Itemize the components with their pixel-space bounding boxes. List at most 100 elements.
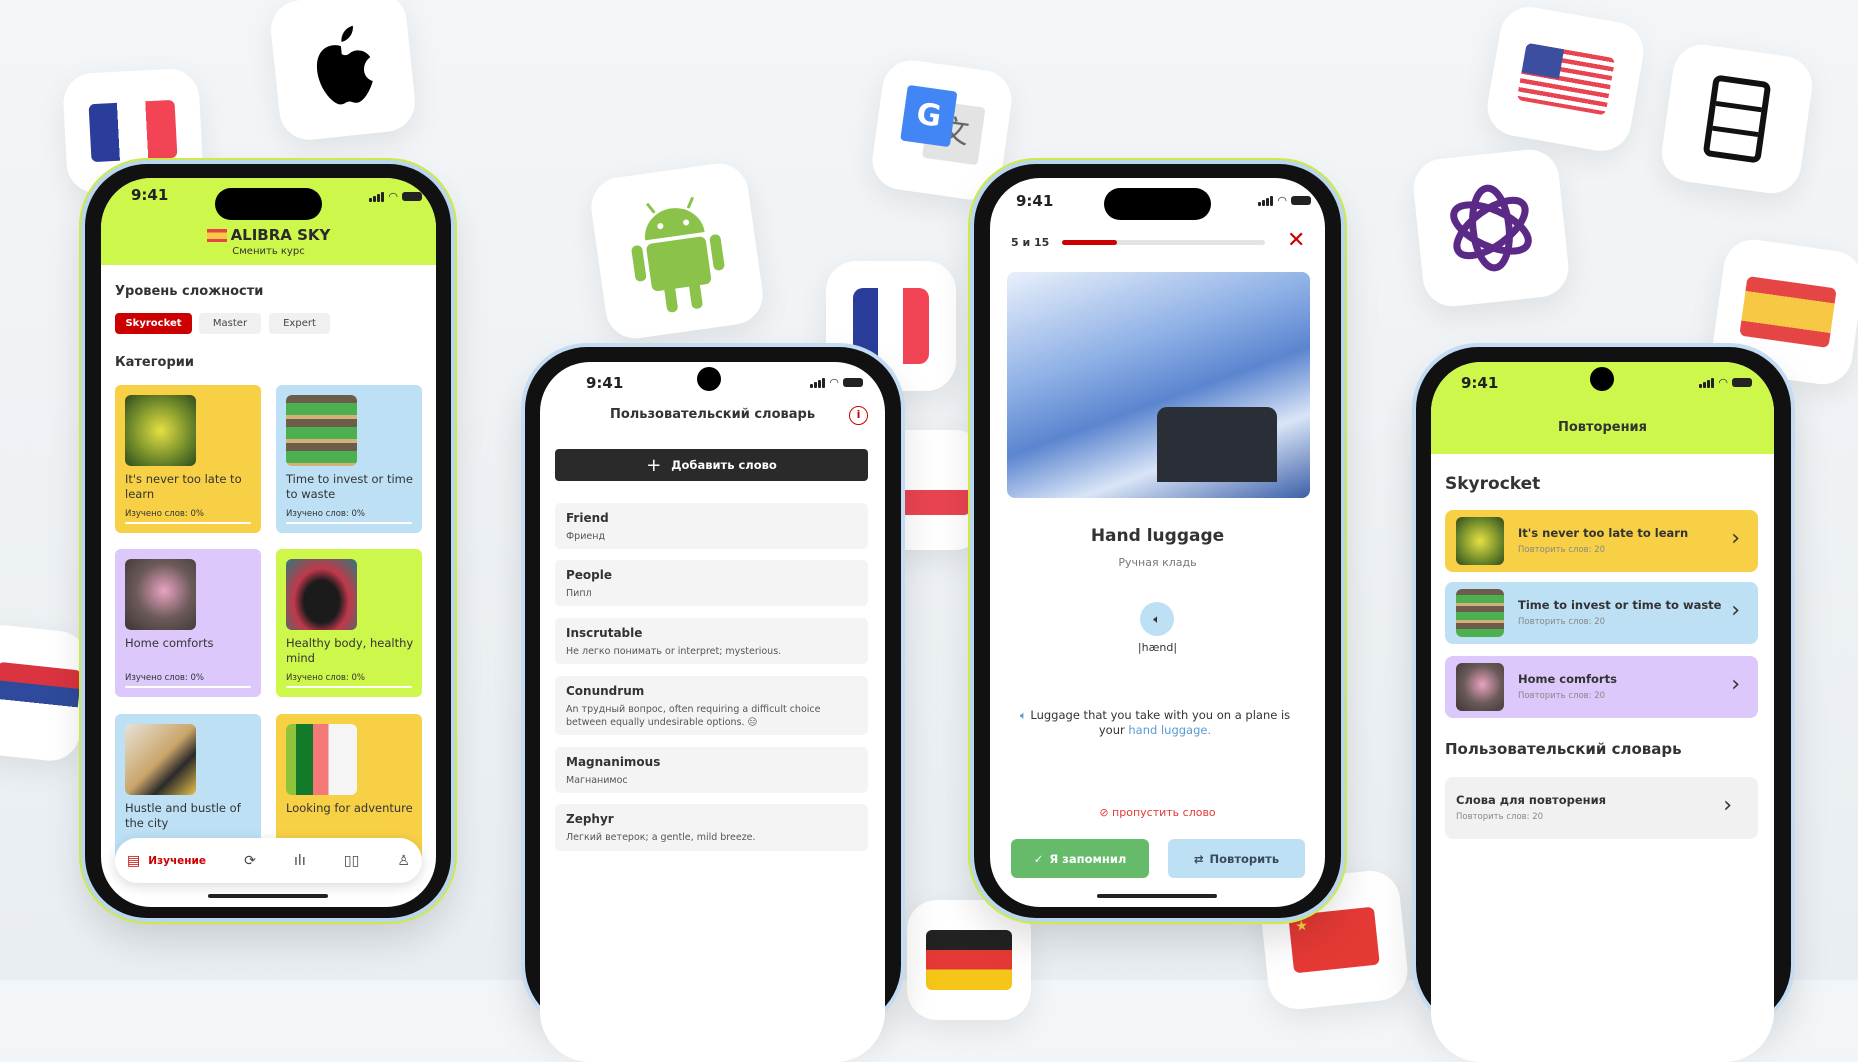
translation: An трудный вопрос, often requiring a dif… [566,704,821,728]
change-course-link[interactable]: Сменить курс [101,246,436,257]
progress-bar [286,686,412,688]
repeat-button[interactable]: ⇄ Повторить [1168,839,1305,878]
level-chip-skyrocket[interactable]: Skyrocket [115,313,192,334]
speaker-button[interactable]: 🔈︎ [1140,602,1174,636]
example-speaker-icon[interactable]: 🔈︎ [1020,708,1031,722]
progress-bar [1062,240,1265,245]
dictionary-review-item[interactable]: Слова для повторения Повторить слов: 20 › [1445,777,1758,839]
learn-screen: 9:41 ◠ ALIBRA SKY Сменить курс Уровень с… [101,178,436,907]
word-row[interactable]: Friend Фриенд [555,503,868,549]
profile-icon[interactable]: ♙ [397,853,410,869]
review-item-count: Повторить слов: 20 [1518,545,1606,555]
chevron-right-icon: › [1731,672,1740,697]
category-card[interactable]: Time to invest or time to waste Изучено с… [276,385,422,533]
review-item-title: Time to invest or time to waste [1518,598,1722,612]
progress-bar [286,522,412,524]
camera [697,367,721,391]
category-progress: Изучено слов: 0% [125,509,204,519]
battery-icon [843,378,863,387]
dictionary-title: Пользовательский словарь [609,407,816,422]
china-flag-icon: ★ [1288,906,1380,974]
category-card[interactable]: Healthy body, healthy mind Изучено слов: … [276,549,422,697]
wifi-icon: ◠ [1277,194,1287,207]
category-image [125,559,196,630]
category-card[interactable]: Home comforts Изучено слов: 0% [115,549,261,697]
info-icon[interactable]: i [849,406,868,425]
android-icon [631,196,725,313]
card-counter: 5 и 15 [1011,236,1050,249]
close-icon[interactable]: ✕ [1287,228,1305,253]
word: Hand luggage [1090,526,1225,546]
category-card[interactable]: It's never too late to learn Изучено слов… [115,385,261,533]
phone-review: 9:41 ◠ Повторения Skyrocket It's never t… [1416,347,1791,1062]
status-icons: ◠ [1258,194,1311,207]
apple-tile [268,0,418,143]
translation: Магнанимос [566,775,628,786]
word-row[interactable]: Conundrum An трудный вопрос, often requir… [555,676,868,735]
plus-icon: + [646,454,662,476]
stats-icon[interactable]: ılı [294,853,306,869]
apple-icon [316,25,373,105]
repeat-icon: ⇄ [1193,851,1204,866]
dynamic-island [215,188,322,220]
battery-icon [1732,378,1752,387]
germany-flag-tile [907,900,1031,1020]
review-item-title: Home comforts [1518,672,1617,686]
word-row[interactable]: Inscrutable Не легко понимать or interpre… [555,618,868,664]
nav-learn[interactable]: ▤ Изучение [127,853,206,869]
status-time: 9:41 [586,374,624,392]
status-time: 9:41 [1016,192,1054,210]
phone-flashcard: 9:41 ◠ 5 и 15 ✕ Hand luggage Ручная клад… [974,164,1341,918]
flashcard-screen: 9:41 ◠ 5 и 15 ✕ Hand luggage Ручная клад… [990,178,1325,907]
add-word-button[interactable]: + Добавить слово [555,449,868,481]
word-row[interactable]: Zephyr Легкий ветерок; a gentle, mild bre… [555,804,868,851]
skip-word-button[interactable]: ⊘ пропустить слово [990,806,1325,819]
word-row[interactable]: People Пипл [555,560,868,606]
google-translate-icon: 文 G [895,83,990,178]
category-title: Healthy body, healthy mind [286,636,414,665]
review-item[interactable]: It's never too late to learn Повторить сл… [1445,510,1758,572]
review-item[interactable]: Time to invest or time to waste Повторить… [1445,582,1758,644]
category-image [1456,517,1504,565]
review-screen: 9:41 ◠ Повторения Skyrocket It's never t… [1431,362,1774,1062]
camera [1590,367,1614,391]
category-title: Hustle and bustle of the city [125,801,241,830]
serbia-flag-tile [0,622,91,764]
wifi-icon: ◠ [1718,376,1728,389]
signal-icon [1258,195,1274,206]
book-icon[interactable]: ▯▯ [344,853,359,869]
course-title: ALIBRA SKY [230,226,331,244]
category-title: It's never too late to learn [125,472,242,501]
battery-icon [1291,196,1311,205]
course-selector[interactable]: ALIBRA SKY [101,226,436,244]
signal-icon [1699,377,1715,388]
usa-flag-tile [1482,2,1649,156]
check-icon: ✓ [1033,851,1044,866]
remembered-button[interactable]: ✓ Я запомнил [1011,839,1149,878]
phone-dictionary: 9:41 ◠ Пользовательский словарь i + Добав… [525,347,901,1062]
serbia-flag-icon [0,661,82,727]
dictionary-screen: 9:41 ◠ Пользовательский словарь i + Добав… [540,362,885,1062]
refresh-icon[interactable]: ⟳ [244,853,256,869]
review-item-count: Повторить слов: 20 [1518,617,1606,627]
category-progress: Изучено слов: 0% [286,673,365,683]
bottom-nav: ▤ Изучение ⟳ ılı ▯▯ ♙ [115,838,422,883]
spain-flag-icon [206,229,227,242]
progress-fill [1062,240,1117,245]
category-image [125,395,196,466]
category-title: Home comforts [125,636,214,650]
dictionary-section-heading: Пользовательский словарь [1445,740,1682,758]
home-indicator [208,894,328,898]
category-image [286,724,357,795]
level-chip-master[interactable]: Master [199,313,261,334]
word-row[interactable]: Magnanimous Магнанимос [555,747,868,793]
skip-label: пропустить слово [1112,806,1216,819]
chevron-right-icon: › [1731,526,1740,551]
document-icon: ▤ [127,852,141,869]
repeat-label: Повторить [1209,851,1280,866]
word: Zephyr [566,812,614,826]
level-chip-expert[interactable]: Expert [269,313,330,334]
category-image [125,724,196,795]
word: Inscrutable [566,626,643,640]
review-item[interactable]: Home comforts Повторить слов: 20 › [1445,656,1758,718]
